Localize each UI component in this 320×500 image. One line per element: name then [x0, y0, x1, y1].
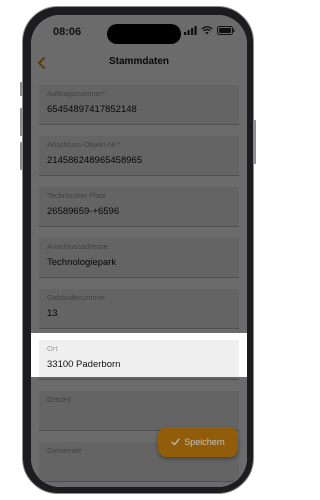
order-number-field[interactable]: Auftragsnummer* 65454897417852148	[39, 85, 239, 125]
save-button[interactable]: Speichern	[158, 427, 238, 457]
field-value: Technologiepark	[47, 257, 117, 268]
page-title: Stammdaten	[108, 56, 169, 67]
field-value: 65454897417852148	[47, 104, 137, 115]
field-label: Gemeinde	[47, 446, 82, 455]
field-value: 33100 Paderborn	[47, 359, 121, 370]
field-label: Auftragsnummer*	[47, 89, 106, 98]
field-label: Gebäudenummer	[47, 293, 106, 302]
field-label: Ort	[47, 344, 58, 353]
city-field[interactable]: Ort 33100 Paderborn	[39, 340, 239, 380]
dynamic-island	[107, 24, 181, 44]
connection-address-field[interactable]: Anschlussadresse Technologiepark	[39, 238, 239, 278]
field-value: 214586248965458965	[47, 155, 143, 166]
field-label: Ortsteil	[47, 395, 71, 404]
field-label: Anschlussadresse	[47, 242, 108, 251]
connection-object-number-field[interactable]: Anschluss-Objekt-Nr.* 214586248965458965	[39, 136, 239, 176]
wifi-icon	[201, 26, 213, 35]
technical-location-field[interactable]: Technischer Platz 26589659-+6596	[39, 187, 239, 227]
navigation-bar: Stammdaten	[31, 51, 247, 77]
phone-frame: 08:06 Stammdaten Auftragsnummer* 6545489…	[22, 6, 254, 494]
signal-icon	[184, 26, 197, 35]
district-field[interactable]: Ortsteil	[39, 391, 239, 431]
field-label: Anschluss-Objekt-Nr.*	[47, 140, 121, 149]
device-stage: 08:06 Stammdaten Auftragsnummer* 6545489…	[0, 0, 281, 500]
field-label: Technischer Platz	[47, 191, 106, 200]
field-value: 13	[47, 308, 58, 319]
battery-icon	[217, 26, 235, 35]
save-button-dim	[158, 427, 238, 457]
status-time: 08:06	[53, 26, 82, 38]
status-icons	[184, 26, 235, 35]
building-number-field[interactable]: Gebäudenummer 13	[39, 289, 239, 329]
phone-screen: 08:06 Stammdaten Auftragsnummer* 6545489…	[31, 15, 247, 487]
field-value: 26589659-+6596	[47, 206, 120, 217]
